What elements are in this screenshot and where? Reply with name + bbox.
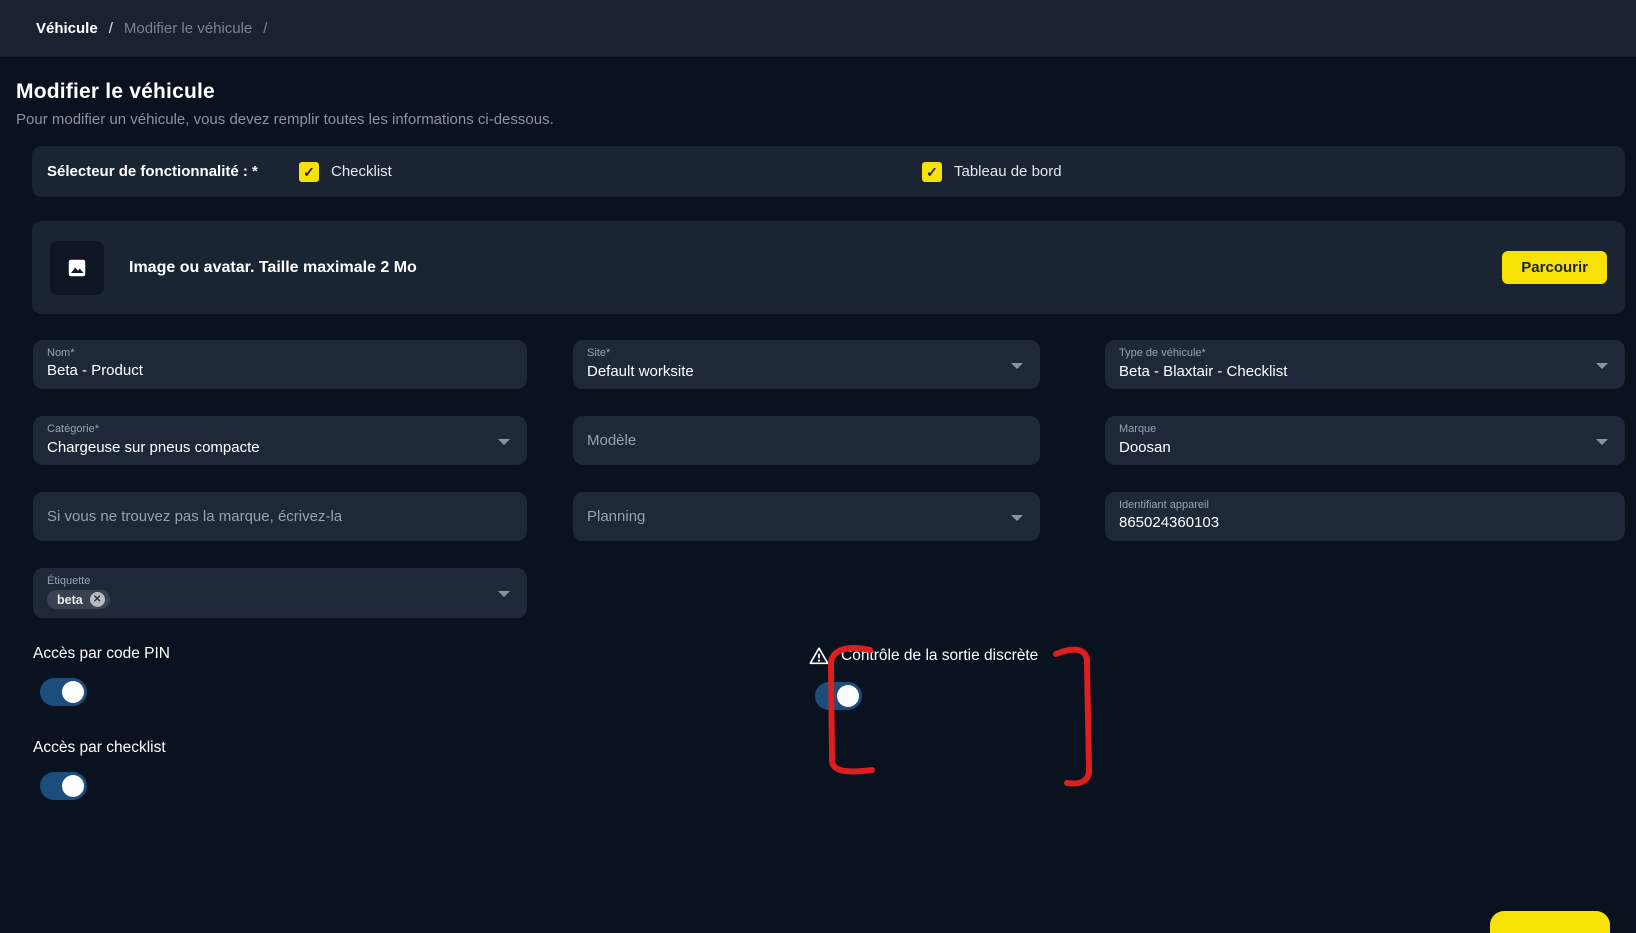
modele-input[interactable] [587, 432, 960, 449]
chevron-down-icon [1596, 363, 1608, 369]
planning-placeholder: Planning [587, 508, 645, 525]
tableau-de-bord-checkbox-label: Tableau de bord [954, 163, 1062, 180]
toggles-zone: Accès par code PIN Contrôle de la sortie… [33, 645, 1636, 800]
feature-selector-panel: Sélecteur de fonctionnalité : * ✓ Checkl… [32, 146, 1625, 197]
checkmark-icon: ✓ [303, 165, 315, 179]
etiquette-select[interactable]: Étiquette beta ✕ [33, 568, 527, 618]
toggle-block-sortie-discrete: Contrôle de la sortie discrète [808, 645, 1038, 710]
image-upload-panel: Image ou avatar. Taille maximale 2 Mo Pa… [32, 221, 1625, 314]
toggle-block-checklist: Accès par checklist [33, 739, 1636, 800]
page-header: Modifier le véhicule Pour modifier un vé… [16, 80, 1620, 128]
upload-instruction-text: Image ou avatar. Taille maximale 2 Mo [129, 259, 417, 277]
planning-select[interactable]: Planning [573, 492, 1040, 541]
breadcrumb-separator: / [263, 20, 267, 37]
categorie-value: Chargeuse sur pneus compacte [47, 439, 513, 456]
warning-triangle-icon [808, 645, 830, 667]
image-placeholder-tile [50, 241, 104, 295]
nom-field[interactable]: Nom* [33, 340, 527, 389]
categorie-label: Catégorie* [47, 423, 513, 435]
checklist-checkbox[interactable]: ✓ [299, 162, 319, 182]
form-row-2: Catégorie* Chargeuse sur pneus compacte … [33, 416, 1625, 465]
nom-label: Nom* [47, 347, 513, 359]
chevron-down-icon [1596, 439, 1608, 445]
nom-input[interactable] [47, 362, 466, 379]
code-pin-toggle[interactable] [40, 678, 87, 706]
checklist-checkbox-label: Checklist [331, 163, 392, 180]
identifiant-label: Identifiant appareil [1119, 499, 1611, 511]
toggle-knob [837, 685, 859, 707]
marque-select[interactable]: Marque Doosan [1105, 416, 1625, 465]
toggle-knob [62, 775, 84, 797]
chevron-down-icon [1011, 515, 1023, 521]
toggle-knob [62, 681, 84, 703]
checkbox-option-checklist: ✓ Checklist [299, 162, 392, 182]
form-row-4: Étiquette beta ✕ [33, 568, 1625, 618]
etiquette-label: Étiquette [47, 575, 513, 587]
breadcrumb-separator: / [109, 20, 113, 37]
checkbox-option-tableau-de-bord: ✓ Tableau de bord [922, 162, 1062, 182]
type-vehicule-label: Type de véhicule* [1119, 347, 1611, 359]
image-icon [66, 257, 88, 279]
browse-button[interactable]: Parcourir [1502, 251, 1607, 284]
site-select[interactable]: Site* Default worksite [573, 340, 1040, 389]
form-row-1: Nom* Site* Default worksite Type de véhi… [33, 340, 1625, 389]
save-button-partial[interactable] [1490, 911, 1610, 933]
checklist-toggle[interactable] [40, 772, 87, 800]
sortie-discrete-toggle-label: Contrôle de la sortie discrète [841, 647, 1038, 665]
chevron-down-icon [498, 439, 510, 445]
checkmark-icon: ✓ [926, 165, 938, 179]
breadcrumb-modifier-vehicule[interactable]: Modifier le véhicule [124, 20, 252, 37]
modele-field[interactable] [573, 416, 1040, 465]
marque-libre-field[interactable] [33, 492, 527, 541]
categorie-select[interactable]: Catégorie* Chargeuse sur pneus compacte [33, 416, 527, 465]
marque-libre-input[interactable] [47, 508, 443, 525]
page-title: Modifier le véhicule [16, 80, 1620, 104]
feature-selector-label: Sélecteur de fonctionnalité : * [47, 163, 299, 180]
chevron-down-icon [498, 591, 510, 597]
sortie-discrete-toggle[interactable] [815, 682, 862, 710]
tableau-de-bord-checkbox[interactable]: ✓ [922, 162, 942, 182]
type-vehicule-value: Beta - Blaxtair - Checklist [1119, 363, 1611, 380]
page-subtitle: Pour modifier un véhicule, vous devez re… [16, 111, 1620, 128]
marque-label: Marque [1119, 423, 1611, 435]
breadcrumb-vehicule[interactable]: Véhicule [36, 20, 98, 37]
breadcrumb: Véhicule / Modifier le véhicule / [0, 0, 1636, 57]
identifiant-input[interactable] [1119, 514, 1562, 531]
type-vehicule-select[interactable]: Type de véhicule* Beta - Blaxtair - Chec… [1105, 340, 1625, 389]
chip-remove-icon[interactable]: ✕ [90, 592, 105, 607]
identifiant-field[interactable]: Identifiant appareil [1105, 492, 1625, 541]
checklist-toggle-label: Accès par checklist [33, 739, 1636, 757]
chip-label: beta [57, 593, 83, 607]
etiquette-chip-beta: beta ✕ [47, 590, 110, 609]
site-label: Site* [587, 347, 1026, 359]
site-value: Default worksite [587, 363, 1026, 380]
chevron-down-icon [1011, 363, 1023, 369]
form-row-3: Planning Identifiant appareil [33, 492, 1625, 541]
marque-value: Doosan [1119, 439, 1611, 456]
